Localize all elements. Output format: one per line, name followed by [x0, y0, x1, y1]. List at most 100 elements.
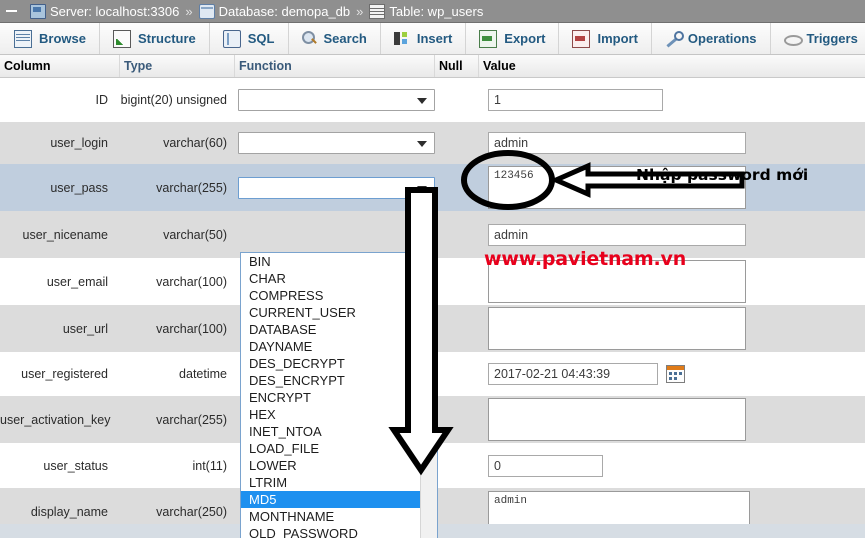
function-option[interactable]: ENCRYPT	[241, 389, 420, 406]
header-type[interactable]: Type	[120, 55, 235, 77]
function-option[interactable]: OLD_PASSWORD	[241, 525, 420, 538]
row-column-type: varchar(100)	[156, 321, 227, 336]
breadcrumb-bar: Server: localhost:3306 » Database: demop…	[0, 0, 865, 23]
structure-icon	[112, 29, 131, 48]
function-option[interactable]: MONTHNAME	[241, 508, 420, 525]
function-option[interactable]: DES_ENCRYPT	[241, 372, 420, 389]
table-row: ID bigint(20) unsigned	[0, 78, 865, 122]
function-option[interactable]: COMPRESS	[241, 287, 420, 304]
header-value[interactable]: Value	[479, 55, 865, 77]
row-column-name: user_registered	[21, 367, 108, 381]
function-option[interactable]: DAYNAME	[241, 338, 420, 355]
function-option[interactable]: LOWER	[241, 457, 420, 474]
site-watermark: www.pavietnam.vn	[484, 248, 687, 270]
value-input-user-login[interactable]	[488, 132, 746, 154]
tab-operations[interactable]: Operations	[651, 23, 771, 54]
row-value-cell	[484, 89, 865, 111]
header-function[interactable]: Function	[235, 55, 435, 77]
row-column-name: user_url	[62, 321, 108, 336]
tab-search-label: Search	[323, 31, 367, 46]
function-option[interactable]: DES_DECRYPT	[241, 355, 420, 372]
function-option[interactable]: CHAR	[241, 270, 420, 287]
function-select-user-login[interactable]	[238, 132, 435, 154]
function-option-list: BIN CHAR COMPRESS CURRENT_USER DATABASE DAYNA…	[241, 253, 420, 538]
header-null[interactable]: Null	[435, 55, 479, 77]
breadcrumb-database[interactable]: Database: demopa_db	[219, 4, 351, 19]
row-column-name: user_nicename	[22, 227, 108, 242]
tab-search[interactable]: Search	[288, 23, 381, 54]
table-row: user_login varchar(60)	[0, 122, 865, 164]
tab-import-label: Import	[597, 31, 638, 46]
row-value-cell	[484, 307, 865, 350]
breadcrumb-server[interactable]: Server: localhost:3306	[50, 4, 179, 19]
row-column-type: datetime	[179, 367, 227, 381]
row-column-type: varchar(250)	[156, 505, 227, 519]
tab-triggers-label: Triggers	[806, 31, 858, 46]
row-column-name: user_email	[46, 274, 108, 289]
export-icon	[479, 29, 498, 48]
tab-browse[interactable]: Browse	[0, 23, 100, 54]
header-column[interactable]: Column	[0, 55, 120, 77]
tab-import[interactable]: Import	[559, 23, 652, 54]
row-value-cell	[484, 363, 865, 385]
row-function-cell	[235, 89, 440, 111]
row-column-type: bigint(20) unsigned	[120, 93, 227, 107]
row-column-type: varchar(60)	[163, 136, 227, 150]
value-textarea-user-pass[interactable]: 123456	[488, 166, 746, 209]
row-column-name: user_status	[43, 458, 108, 473]
server-icon	[30, 3, 46, 19]
minimize-dash-icon	[5, 10, 17, 12]
value-textarea-user-url[interactable]	[488, 307, 746, 350]
value-input-user-status[interactable]	[488, 454, 603, 477]
tab-structure-label: Structure	[137, 31, 196, 46]
triggers-icon	[783, 31, 803, 47]
function-option[interactable]: MD5	[241, 491, 420, 508]
table-icon	[369, 3, 386, 19]
database-icon	[198, 3, 215, 19]
row-column-type: int(11)	[192, 458, 227, 473]
function-dropdown-list[interactable]: BIN CHAR COMPRESS CURRENT_USER DATABASE DAYNA…	[240, 252, 438, 538]
dropdown-scrollbar[interactable]	[420, 253, 437, 538]
chevron-down-icon	[417, 141, 427, 147]
row-column-type: varchar(255)	[156, 412, 227, 427]
tab-sql[interactable]: SQL	[209, 23, 289, 54]
function-option[interactable]: DATABASE	[241, 321, 420, 338]
tab-export[interactable]: Export	[466, 23, 560, 54]
function-option[interactable]: LOAD_FILE	[241, 440, 420, 457]
wrench-icon	[665, 30, 684, 47]
row-column-name: ID	[95, 93, 109, 107]
insert-icon	[393, 31, 410, 47]
function-option[interactable]: CURRENT_USER	[241, 304, 420, 321]
scroll-up-button[interactable]	[421, 253, 437, 269]
value-input-user-nicename[interactable]	[488, 223, 746, 246]
calendar-icon[interactable]	[666, 365, 685, 383]
tab-structure[interactable]: Structure	[99, 23, 210, 54]
scrollbar-thumb[interactable]	[422, 270, 437, 338]
function-select-id[interactable]	[238, 89, 435, 111]
row-column-name: user_login	[50, 136, 108, 150]
row-value-cell	[484, 132, 865, 154]
table-row: user_nicename varchar(50)	[0, 211, 865, 258]
function-option[interactable]: INET_NTOA	[241, 423, 420, 440]
window-minimize-handle[interactable]	[0, 0, 22, 22]
breadcrumb-table[interactable]: Table: wp_users	[389, 4, 483, 19]
table-row-selected: user_pass varchar(255) 123456	[0, 164, 865, 211]
row-function-cell	[235, 132, 440, 154]
value-textarea-user-activation-key[interactable]	[488, 398, 746, 441]
breadcrumb-separator-2: »	[356, 3, 364, 19]
function-select-user-pass[interactable]	[238, 176, 435, 199]
tab-insert[interactable]: Insert	[380, 23, 467, 54]
value-input-id[interactable]	[488, 89, 663, 111]
tab-triggers[interactable]: Triggers	[770, 23, 865, 54]
function-option[interactable]: HEX	[241, 406, 420, 423]
tab-insert-label: Insert	[416, 31, 453, 46]
value-input-user-registered[interactable]	[488, 363, 658, 385]
breadcrumb-separator-1: »	[185, 3, 193, 19]
function-option[interactable]: BIN	[241, 253, 420, 270]
row-value-cell	[484, 454, 865, 477]
row-function-cell	[235, 176, 440, 199]
chevron-down-icon	[417, 185, 427, 192]
row-column-name: user_pass	[50, 180, 108, 195]
function-option[interactable]: LTRIM	[241, 474, 420, 491]
tab-sql-label: SQL	[247, 31, 275, 46]
